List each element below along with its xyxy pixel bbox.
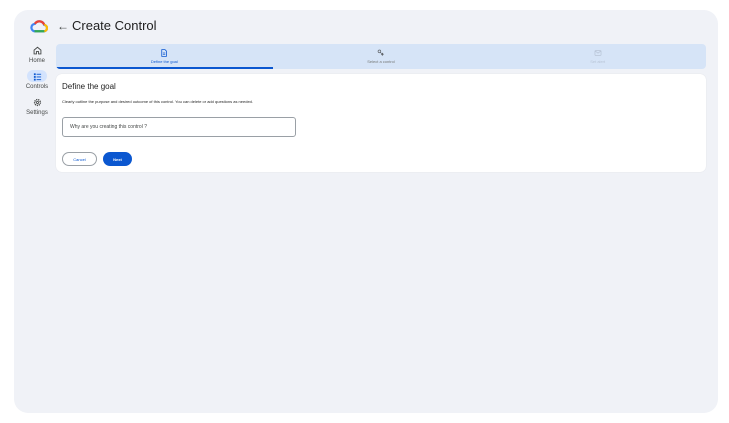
select-control-icon bbox=[377, 49, 384, 56]
nav-item-settings[interactable]: Settings bbox=[18, 96, 56, 117]
document-icon bbox=[161, 49, 168, 57]
cancel-button[interactable]: Cancel bbox=[62, 152, 97, 166]
side-nav: Home Controls Settings bbox=[18, 44, 56, 117]
step-select-control[interactable]: Select a control bbox=[273, 44, 490, 69]
step-label: Define the goal bbox=[150, 59, 178, 64]
stepper: Define the goal Select a control Set ale… bbox=[56, 44, 706, 69]
app-window: ← Create Control Home Controls Settings … bbox=[14, 10, 718, 413]
back-button[interactable]: ← Create Control bbox=[57, 17, 157, 35]
nav-label-controls: Controls bbox=[25, 84, 49, 90]
page-title: Create Control bbox=[72, 18, 157, 33]
goal-input[interactable] bbox=[62, 117, 296, 137]
goal-card: Define the goal Clearly outline the purp… bbox=[56, 74, 706, 172]
nav-item-home[interactable]: Home bbox=[18, 44, 56, 65]
alert-icon bbox=[594, 50, 602, 56]
nav-label-home: Home bbox=[28, 58, 45, 64]
step-label: Select a control bbox=[367, 59, 395, 64]
nav-item-controls[interactable]: Controls bbox=[18, 70, 56, 91]
nav-label-settings: Settings bbox=[26, 110, 48, 116]
arrow-back-icon: ← bbox=[57, 19, 69, 33]
cloud-logo-icon bbox=[30, 20, 48, 33]
section-title: Define the goal bbox=[62, 82, 116, 91]
section-description: Clearly outline the purpose and desired … bbox=[62, 99, 254, 104]
gear-icon bbox=[33, 98, 41, 106]
step-define-goal[interactable]: Define the goal bbox=[56, 44, 273, 69]
step-label: Set alert bbox=[590, 59, 606, 64]
next-button[interactable]: Next bbox=[103, 152, 132, 166]
controls-icon bbox=[33, 72, 41, 81]
home-icon bbox=[33, 46, 41, 54]
step-set-alert[interactable]: Set alert bbox=[489, 44, 706, 69]
active-step-indicator bbox=[56, 67, 273, 69]
